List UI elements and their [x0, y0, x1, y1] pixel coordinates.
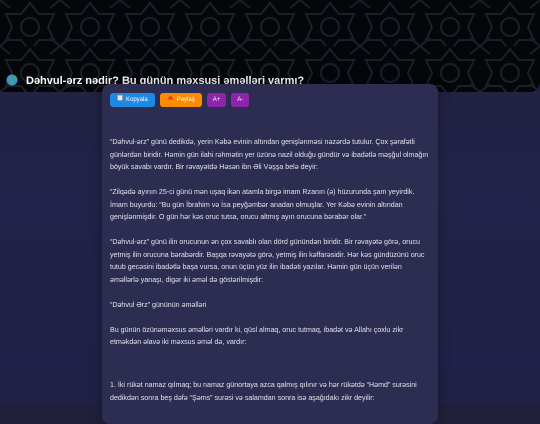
article-card: Kopyala Paylaş A+ A- “Dəhvul-ərz” günü d…	[102, 84, 438, 424]
share-icon	[167, 93, 174, 107]
article-paragraph: “Dəhvul-ərz” günü ilin orucunun ən çox s…	[110, 238, 425, 284]
article-paragraph: Bu günün özünəməxsus əməlləri vardır ki,…	[110, 325, 404, 347]
share-button-label: Paylaş	[176, 97, 195, 103]
copy-button-label: Kopyala	[126, 97, 148, 103]
font-increase-button[interactable]: A+	[206, 93, 227, 107]
section-heading: “Dəhvul Ərz” gününün əməlləri	[110, 300, 207, 309]
copy-button[interactable]: Kopyala	[110, 93, 155, 107]
share-button[interactable]: Paylaş	[159, 93, 202, 107]
article-paragraph: “Zilqədə ayının 25-ci günü mən uşaq ikən…	[110, 188, 415, 222]
article-paragraph: “Dəhvul-ərz” günü dedikdə, yerin Kəbə ev…	[110, 138, 429, 172]
globe-icon	[6, 74, 22, 88]
article-paragraph: 1. İki rükət namaz qılmaq; bu namaz güno…	[110, 380, 417, 402]
clipboard-icon	[117, 93, 123, 107]
article-body: “Dəhvul-ərz” günü dedikdə, yerin Kəbə ev…	[110, 136, 432, 416]
article-toolbar: Kopyala Paylaş A+ A-	[110, 93, 250, 107]
font-decrease-button[interactable]: A-	[231, 93, 250, 107]
